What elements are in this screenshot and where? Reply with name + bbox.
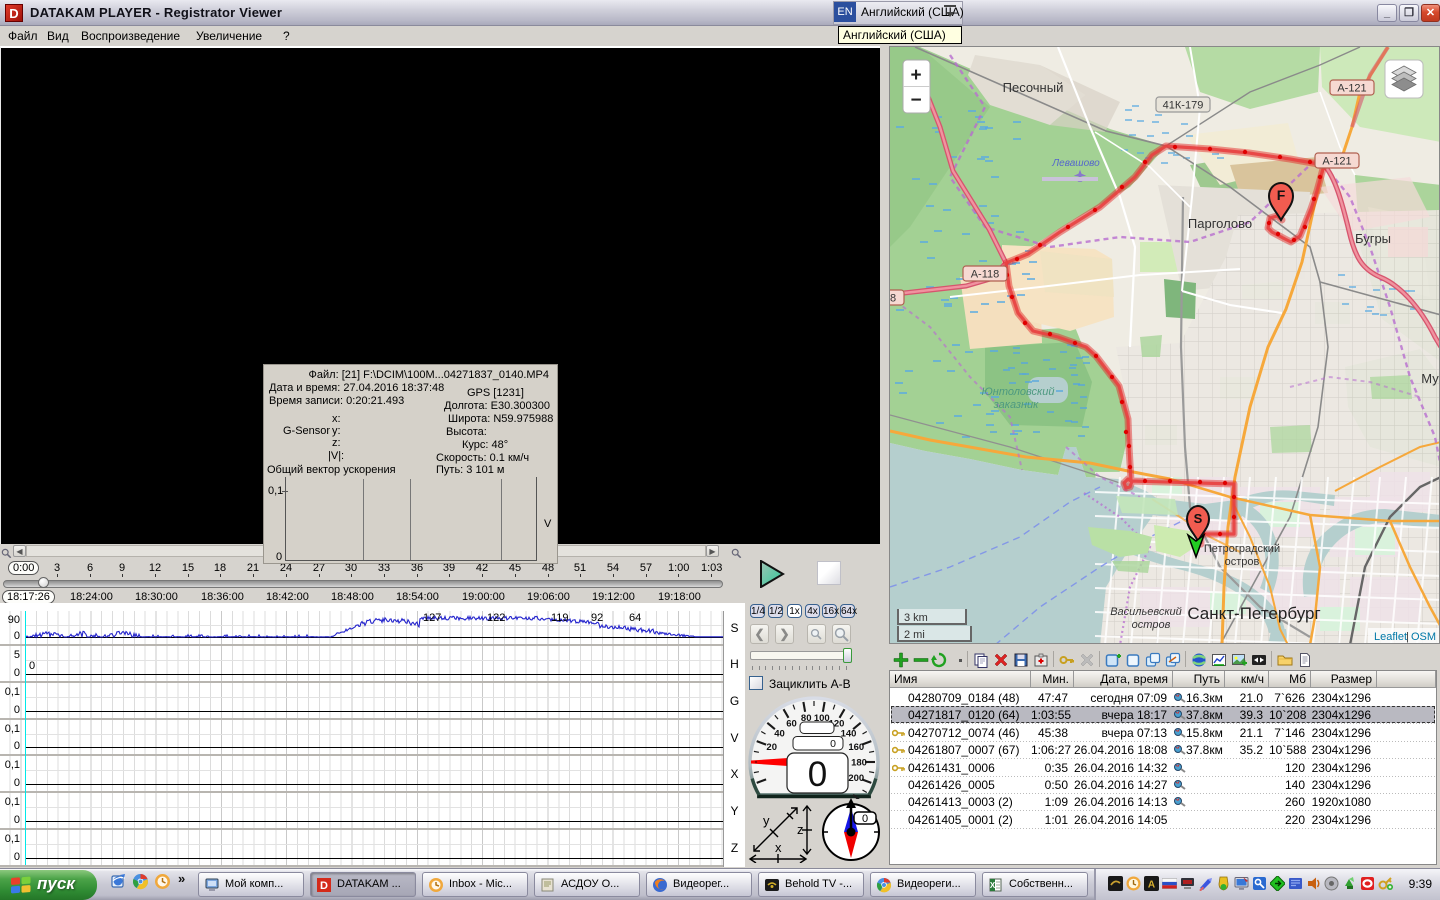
svg-text:60: 60 [786,719,797,730]
svg-text:Юнтоловский: Юнтоловский [982,386,1055,398]
svg-text:A: A [1148,880,1155,891]
svg-text:остров: остров [1132,619,1171,631]
svg-text:+: + [910,65,921,86]
svg-text:Парголово: Парголово [1188,216,1252,231]
svg-text:Leaflet: Leaflet [1374,631,1407,643]
svg-text:Бугры: Бугры [1355,231,1391,246]
svg-text:20: 20 [766,742,777,753]
svg-text:Му: Му [1421,371,1439,386]
svg-text:140: 140 [841,729,857,740]
svg-text:8: 8 [890,293,896,305]
svg-text:S: S [1194,511,1203,526]
svg-text:Песочный: Песочный [1003,80,1064,95]
svg-text:Левашово: Левашово [1051,158,1100,169]
svg-text:X: X [990,881,996,890]
svg-text:0: 0 [808,755,827,794]
svg-text:41К-179: 41К-179 [1163,100,1204,112]
svg-text:2 mi: 2 mi [904,629,925,641]
svg-text:160: 160 [848,742,864,753]
svg-text:z: z [797,822,804,837]
svg-text:x: x [775,840,782,855]
svg-text:Санкт-Петербург: Санкт-Петербург [1187,604,1320,623]
svg-text:остров: остров [1225,556,1260,568]
svg-text:F: F [1277,187,1286,203]
svg-text:0: 0 [862,813,868,825]
svg-text:−: − [910,90,921,111]
svg-text:180: 180 [851,758,867,769]
svg-text:A-121: A-121 [1337,83,1366,95]
svg-text:Петроградский: Петроградский [1204,543,1280,555]
svg-text:заказник: заказник [993,399,1039,411]
svg-text:y: y [763,813,770,828]
svg-text:|: | [1406,631,1409,643]
svg-text:А-121: А-121 [1322,156,1351,168]
svg-text:D: D [320,880,328,892]
svg-text:200: 200 [848,773,864,784]
svg-text:А-118: А-118 [971,269,1000,281]
svg-text:40: 40 [774,729,785,740]
svg-text:0: 0 [830,738,836,750]
svg-text:3 km: 3 km [904,612,928,624]
svg-text:Васильевский: Васильевский [1110,606,1182,618]
svg-text:OSM: OSM [1411,631,1436,643]
